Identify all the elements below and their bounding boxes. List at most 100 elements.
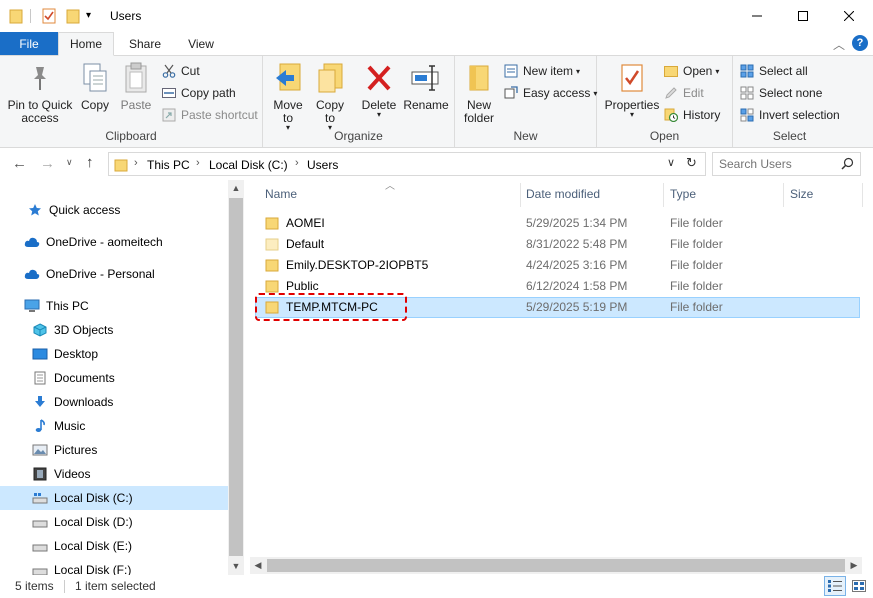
column-divider[interactable] [862, 183, 863, 207]
move-to-button[interactable]: Move to ▾ [271, 60, 305, 132]
column-header-type[interactable]: Type [670, 187, 696, 201]
properties-icon[interactable] [42, 8, 56, 27]
folder-icon [265, 237, 279, 254]
history-button[interactable]: History [663, 106, 720, 124]
nav-item-local-disk-f[interactable]: Local Disk (F:) [0, 558, 228, 575]
breadcrumb-this-pc[interactable]: This PC [147, 158, 190, 172]
nav-item-quick-access[interactable]: Quick access [0, 198, 228, 222]
column-divider[interactable] [663, 183, 664, 207]
help-button[interactable]: ? [852, 35, 868, 51]
nav-item-onedrive-aomeitech[interactable]: OneDrive - aomeitech [0, 230, 228, 254]
invert-selection-label: Invert selection [759, 108, 840, 122]
paste-shortcut-button[interactable]: Paste shortcut [161, 106, 258, 124]
folder-icon [114, 158, 128, 175]
select-none-button[interactable]: Select none [739, 84, 822, 102]
edit-button[interactable]: Edit [663, 84, 704, 102]
tab-view[interactable]: View [176, 32, 226, 55]
breadcrumb-chevron-icon[interactable]: › [134, 157, 138, 169]
search-icon[interactable] [841, 157, 854, 173]
column-header-name[interactable]: Name [265, 187, 297, 201]
quick-access-dropdown-icon[interactable]: ▾ [86, 10, 91, 21]
close-button[interactable] [826, 0, 872, 32]
column-divider[interactable] [783, 183, 784, 207]
address-dropdown-icon[interactable]: ∨ [667, 156, 675, 169]
open-button[interactable]: Open ▾ [663, 62, 719, 80]
cloud-icon [24, 234, 40, 250]
clipboard-group-label: Clipboard [105, 129, 157, 143]
large-icons-view-button[interactable] [848, 576, 870, 596]
delete-button[interactable]: Delete ▾ [360, 60, 398, 119]
nav-item-documents[interactable]: Documents [0, 366, 228, 390]
scroll-down-icon[interactable]: ▼ [228, 561, 244, 571]
nav-item-onedrive-personal[interactable]: OneDrive - Personal [0, 262, 228, 286]
scroll-up-icon[interactable]: ▲ [228, 183, 244, 193]
nav-item-3d-objects[interactable]: 3D Objects [0, 318, 228, 342]
breadcrumb-local-disk-c[interactable]: Local Disk (C:) [209, 158, 288, 172]
nav-item-videos[interactable]: Videos [0, 462, 228, 486]
ribbon-tabs: File Home Share View ︿ ? [0, 32, 873, 56]
table-row[interactable]: Emily.DESKTOP-2IOPBT5 4/24/2025 3:16 PM … [255, 255, 860, 276]
breadcrumb-chevron-icon[interactable]: › [295, 157, 299, 169]
table-row[interactable]: Default 8/31/2022 5:48 PM File folder [255, 234, 860, 255]
drive-icon [32, 538, 48, 554]
properties-button[interactable]: Properties ▾ [603, 60, 661, 119]
tab-file[interactable]: File [0, 32, 58, 55]
history-label: History [683, 108, 721, 122]
tab-share[interactable]: Share [118, 32, 172, 55]
nav-item-local-disk-e[interactable]: Local Disk (E:) [0, 534, 228, 558]
copy-button[interactable]: Copy [78, 60, 112, 112]
scroll-right-icon[interactable]: ▶ [846, 560, 862, 571]
nav-label: Local Disk (C:) [54, 491, 133, 505]
column-header-size[interactable]: Size [790, 187, 813, 201]
copy-to-button[interactable]: Copy to ▾ [313, 60, 347, 132]
minimize-button[interactable] [734, 0, 780, 32]
cut-button[interactable]: Cut [161, 62, 200, 80]
maximize-button[interactable] [780, 0, 826, 32]
tab-home[interactable]: Home [58, 32, 114, 56]
paste-button[interactable]: Paste [118, 60, 154, 112]
select-all-button[interactable]: Select all [739, 62, 808, 80]
details-view-button[interactable] [824, 576, 846, 596]
address-bar-row: ← → ∨ ↑ › This PC › Local Disk (C:) › Us… [0, 150, 873, 178]
scrollbar-thumb[interactable] [267, 559, 845, 572]
back-arrow-icon[interactable]: ← [12, 155, 27, 172]
scrollbar-thumb[interactable] [229, 198, 243, 556]
nav-item-local-disk-c[interactable]: Local Disk (C:) [0, 486, 228, 510]
invert-selection-button[interactable]: Invert selection [739, 106, 840, 124]
navigation-scrollbar[interactable]: ▲ ▼ [228, 180, 244, 575]
nav-item-pictures[interactable]: Pictures [0, 438, 228, 462]
new-item-button[interactable]: New item ▾ [503, 62, 580, 80]
forward-arrow-icon[interactable]: → [40, 155, 55, 172]
nav-item-music[interactable]: Music [0, 414, 228, 438]
table-row[interactable]: AOMEI 5/29/2025 1:34 PM File folder [255, 213, 860, 234]
nav-label: Local Disk (F:) [54, 563, 132, 575]
breadcrumb-users[interactable]: Users [307, 158, 338, 172]
horizontal-scrollbar[interactable]: ◀ ▶ [250, 557, 862, 574]
new-folder-icon[interactable] [66, 8, 80, 27]
easy-access-button[interactable]: Easy access ▾ [503, 84, 597, 102]
paste-shortcut-label: Paste shortcut [181, 108, 258, 122]
pencil-icon [663, 85, 679, 101]
column-divider[interactable] [520, 183, 521, 207]
collapse-ribbon-icon[interactable]: ︿ [833, 36, 845, 53]
breadcrumb-chevron-icon[interactable]: › [196, 157, 200, 169]
new-folder-button[interactable]: New folder [461, 60, 497, 125]
refresh-icon[interactable]: ↻ [686, 155, 697, 171]
nav-item-desktop[interactable]: Desktop [0, 342, 228, 366]
address-box[interactable]: › This PC › Local Disk (C:) › Users ∨ ↻ [108, 152, 706, 176]
copy-path-icon [161, 85, 177, 101]
rename-button[interactable]: Rename [403, 60, 449, 112]
pin-to-quick-access-button[interactable]: Pin to Quick access [6, 60, 74, 125]
copy-path-button[interactable]: Copy path [161, 84, 236, 102]
nav-item-local-disk-d[interactable]: Local Disk (D:) [0, 510, 228, 534]
organize-group: Move to ▾ Copy to ▾ Delete ▾ Rename Orga… [263, 56, 455, 147]
column-header-date-modified[interactable]: Date modified [526, 187, 600, 201]
nav-item-this-pc[interactable]: This PC [0, 294, 228, 318]
recent-locations-icon[interactable]: ∨ [66, 157, 73, 168]
up-arrow-icon[interactable]: ↑ [86, 154, 94, 171]
file-name: Emily.DESKTOP-2IOPBT5 [286, 258, 429, 272]
search-input[interactable] [719, 156, 839, 172]
search-box[interactable] [712, 152, 861, 176]
scroll-left-icon[interactable]: ◀ [250, 560, 266, 571]
nav-item-downloads[interactable]: Downloads [0, 390, 228, 414]
